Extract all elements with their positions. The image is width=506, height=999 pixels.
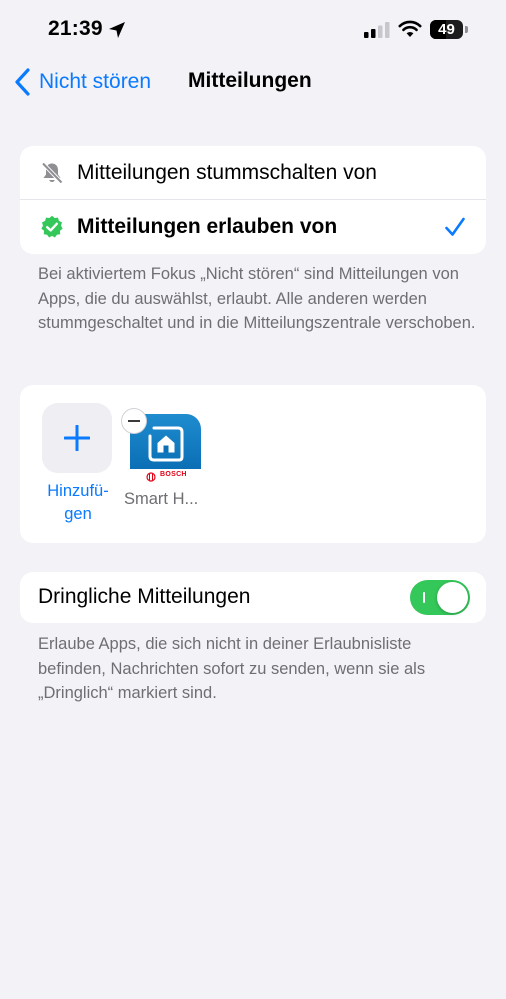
- back-button-label: Nicht stören: [39, 70, 152, 93]
- app-name-label: Smart H...: [124, 490, 199, 508]
- bosch-logo-icon: [146, 472, 156, 482]
- home-frame-icon: [148, 426, 184, 462]
- option-label: Mitteilungen erlauben von: [77, 215, 338, 238]
- plus-icon: [64, 425, 90, 451]
- option-label: Mitteilungen stummschalten von: [77, 161, 377, 184]
- back-button[interactable]: Nicht stören: [14, 66, 151, 98]
- add-app-label[interactable]: Hinzufü- gen: [32, 480, 124, 526]
- battery-icon: 49: [430, 20, 468, 40]
- location-arrow-icon: [109, 22, 125, 38]
- notification-mode-card: Mitteilungen stummschalten von Mitteilun…: [20, 146, 486, 254]
- option-allow-notifications[interactable]: Mitteilungen erlauben von: [20, 200, 486, 254]
- urgent-footnote: Erlaube Apps, die sich nicht in deiner E…: [38, 635, 426, 702]
- cellular-signal-icon: [364, 22, 390, 38]
- urgent-notifications-toggle[interactable]: [410, 580, 470, 615]
- checkmark-icon: [445, 217, 465, 236]
- mode-footnote: Bei aktiviertem Fokus „Nicht stören“ sin…: [38, 265, 476, 332]
- urgent-notifications-label: Dringliche Mitteilungen: [38, 585, 251, 608]
- remove-app-button[interactable]: [122, 409, 146, 433]
- add-app-label-line1: Hinzufü-: [47, 482, 109, 500]
- wifi-icon: [398, 20, 422, 37]
- bosch-brand-text: BOSCH: [160, 471, 187, 478]
- toggle-knob: [437, 582, 468, 613]
- chevron-left-icon: [15, 68, 30, 96]
- page-title: Mitteilungen: [188, 69, 312, 92]
- verified-check-icon: [41, 215, 63, 238]
- battery-level: 49: [438, 21, 455, 38]
- urgent-notifications-card: Dringliche Mitteilungen: [20, 572, 486, 623]
- minus-icon: [128, 420, 140, 422]
- navigation-bar: Nicht stören Mitteilungen: [0, 60, 506, 104]
- status-time: 21:39: [48, 17, 103, 40]
- option-silence-notifications[interactable]: Mitteilungen stummschalten von: [20, 146, 486, 200]
- allowed-apps-card: Hinzufü- gen BOSCH Smart H...: [20, 385, 486, 543]
- add-app-button[interactable]: [42, 403, 112, 473]
- add-app-label-line2: gen: [64, 505, 92, 523]
- toggle-on-indicator: [423, 592, 425, 603]
- bell-slash-icon: [41, 162, 63, 184]
- status-bar: 21:39 49: [0, 0, 506, 60]
